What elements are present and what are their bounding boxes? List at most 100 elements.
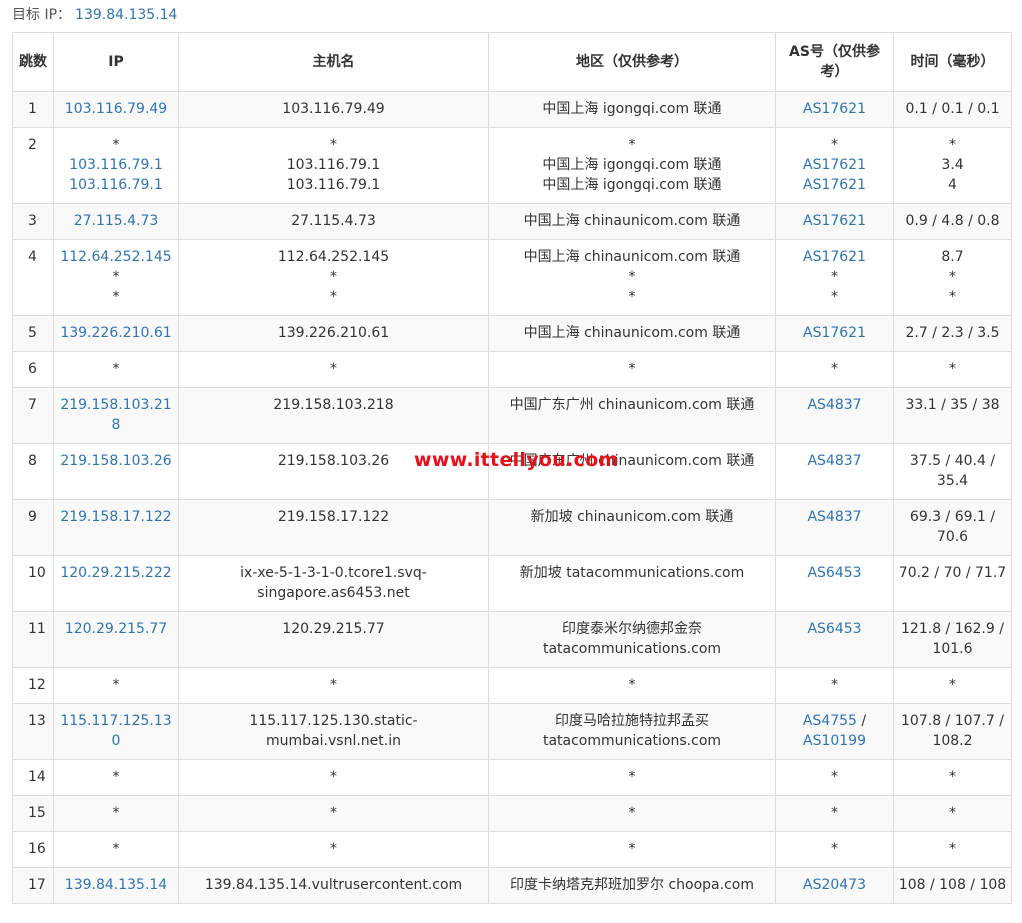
time-cell: 69.3 / 69.1 / 70.6 [893,499,1012,556]
ip-cell-value[interactable]: 103.116.79.1 [58,155,174,175]
ip-cell-value[interactable]: 112.64.252.145 [58,247,174,267]
asn-cell: * AS17621 AS17621 [775,127,894,204]
hop-cell: 7 [12,387,54,444]
hostname-cell-value: 115.117.125.130.static-mumbai.vsnl.net.i… [249,713,418,749]
asn-cell-value[interactable]: AS10199 [803,733,866,749]
ip-cell: * [53,759,179,796]
asn-cell-value[interactable]: AS4837 [780,395,889,415]
ip-cell-value: * [112,677,120,693]
time-cell: * [893,759,1012,796]
ip-cell-value[interactable]: 120.29.215.222 [58,563,174,583]
header-hostname: 主机名 [178,32,489,92]
asn-cell-value[interactable]: AS17621 [780,175,889,195]
ip-cell-value[interactable]: 103.116.79.49 [58,99,174,119]
region-cell-value: 新加坡 chinaunicom.com 联通 [530,509,734,525]
hop-cell: 14 [12,759,54,796]
region-cell: * [488,795,776,832]
hop-cell: 9 [12,499,54,556]
region-cell-value: * [628,769,636,785]
hostname-cell-value: * [330,677,337,693]
ip-cell-value: * [112,289,120,305]
asn-cell-value[interactable]: AS17621 [780,99,889,119]
asn-cell: * [775,831,894,868]
ip-cell-value[interactable]: 139.226.210.61 [58,323,174,343]
time-cell: * [893,351,1012,388]
asn-cell: AS6453 [775,611,894,668]
ip-cell-value[interactable]: 219.158.103.26 [58,451,174,471]
hop-cell: 11 [12,611,54,668]
time-cell: 121.8 / 162.9 / 101.6 [893,611,1012,668]
region-cell-value: 中国上海 chinaunicom.com 联通 [523,213,741,229]
hostname-cell: 120.29.215.77 [178,611,489,668]
asn-cell-value[interactable]: AS6453 [780,619,889,639]
watermark: www.ittellyou.com [414,449,619,471]
asn-cell: * [775,795,894,832]
ip-cell-value: * [112,841,120,857]
ip-cell: * [53,831,179,868]
asn-cell-value[interactable]: AS17621 [780,211,889,231]
asn-cell: * [775,759,894,796]
hostname-cell: * [178,795,489,832]
hostname-cell: 219.158.17.122 [178,499,489,556]
header-ip: IP [53,32,179,92]
time-cell: 2.7 / 2.3 / 3.5 [893,315,1012,352]
hostname-cell-value: * [330,805,337,821]
table-row: 13 115.117.125.130 115.117.125.130.static-… [12,703,1012,760]
asn-cell: AS17621 [775,91,894,128]
asn-cell-value[interactable]: AS17621 [780,155,889,175]
ip-cell: * [53,667,179,704]
asn-cell: * [775,351,894,388]
asn-cell-value: * [831,289,838,305]
asn-cell-value[interactable]: AS17621 [780,323,889,343]
ip-cell-value[interactable]: 115.117.125.130 [58,711,174,751]
asn-cell-value[interactable]: AS4837 [780,507,889,527]
ip-cell-value[interactable]: 139.84.135.14 [58,875,174,895]
hostname-cell-value: 139.84.135.14.vultrusercontent.com [204,877,463,893]
asn-cell-value: * [831,677,838,693]
table-header-row: 跳数 IP 主机名 地区（仅供参考） AS号（仅供参考） 时间（毫秒） [12,32,1012,92]
asn-cell-value[interactable]: AS6453 [780,563,889,583]
ip-cell: * 103.116.79.1 103.116.79.1 [53,127,179,204]
time-cell-value: * [949,137,956,153]
hop-cell: 6 [12,351,54,388]
asn-cell: AS20473 [775,867,894,904]
hop-cell: 15 [12,795,54,832]
time-cell: 8.7 * * [893,239,1012,316]
asn-cell: AS17621 * * [775,239,894,316]
asn-separator: / [856,713,867,729]
hostname-cell: * 103.116.79.1 103.116.79.1 [178,127,489,204]
region-cell-value: 中国上海 igongqi.com 联通 [542,157,722,173]
hostname-cell: * [178,759,489,796]
region-cell: * [488,831,776,868]
region-cell: * 中国上海 igongqi.com 联通 中国上海 igongqi.com 联通 [488,127,776,204]
ip-cell-value[interactable]: 120.29.215.77 [58,619,174,639]
ip-cell-value[interactable]: 219.158.17.122 [58,507,174,527]
region-cell-value: 中国广东广州 chinaunicom.com 联通 [509,397,755,413]
ip-cell: * [53,795,179,832]
table-row: 11 120.29.215.77 120.29.215.77 印度泰米尔纳德邦金奈 t… [12,611,1012,668]
region-cell-value: 中国上海 igongqi.com 联通 [542,101,722,117]
ip-cell-value[interactable]: 219.158.103.218 [58,395,174,435]
time-cell: 108 / 108 / 108 [893,867,1012,904]
target-ip-value[interactable]: 139.84.135.14 [75,7,177,23]
time-cell: 37.5 / 40.4 / 35.4 [893,443,1012,500]
hostname-cell: * [178,351,489,388]
table-row: 12 * * * * * [12,667,1012,704]
region-cell: 中国上海 chinaunicom.com 联通 [488,315,776,352]
asn-cell-value[interactable]: AS20473 [780,875,889,895]
asn-cell-value[interactable]: AS17621 [780,247,889,267]
hostname-cell-value: * [330,769,337,785]
region-cell-value: * [628,677,636,693]
time-cell-value: 3.4 [941,157,964,173]
region-cell-value: * [628,805,636,821]
asn-cell-value[interactable]: AS4837 [780,451,889,471]
hostname-cell: 103.116.79.49 [178,91,489,128]
hostname-cell: * [178,667,489,704]
ip-cell-value[interactable]: 103.116.79.1 [58,175,174,195]
asn-cell-value[interactable]: AS4755 [803,713,857,729]
ip-cell: 219.158.103.26 [53,443,179,500]
hostname-cell-value: 219.158.17.122 [277,509,390,525]
table-row: 9 219.158.17.122 219.158.17.122 新加坡 chinaun… [12,499,1012,556]
hop-cell: 4 [12,239,54,316]
ip-cell-value[interactable]: 27.115.4.73 [58,211,174,231]
